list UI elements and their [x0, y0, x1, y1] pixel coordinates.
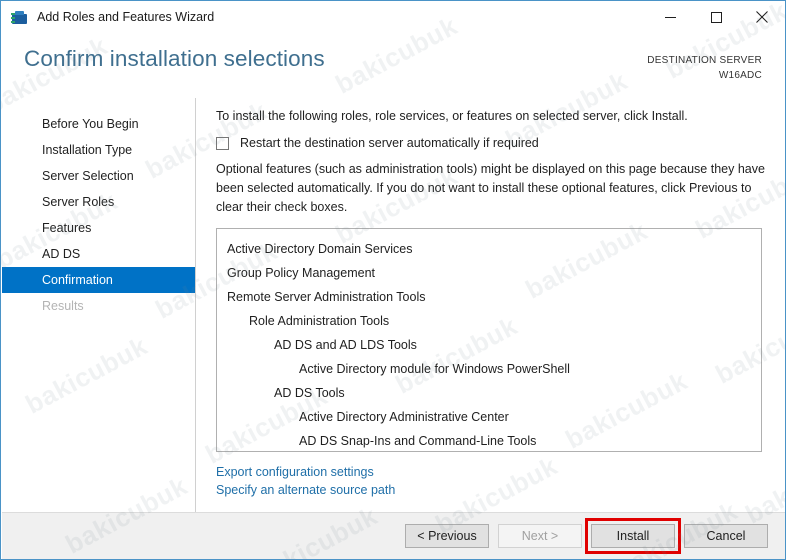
sidebar-item-confirmation[interactable]: Confirmation: [2, 267, 195, 293]
destination-server-label: DESTINATION SERVER: [647, 55, 762, 66]
sidebar-item-features[interactable]: Features: [2, 215, 195, 241]
install-button-annotation: Install: [585, 518, 681, 554]
page-title: Confirm installation selections: [24, 46, 325, 71]
selection-list[interactable]: Active Directory Domain Services Group Po…: [216, 228, 762, 452]
list-item: Role Administration Tools: [249, 314, 390, 328]
next-button: Next >: [498, 524, 582, 548]
button-bar: < Previous Next > Install Cancel: [2, 512, 785, 559]
sidebar-item-results: Results: [42, 299, 84, 313]
optional-features-note: Optional features (such as administratio…: [216, 162, 765, 214]
button-wrapper: Next >: [498, 524, 582, 548]
list-item: Remote Server Administration Tools: [227, 290, 426, 304]
destination-server-block: DESTINATION SERVER W16ADC: [647, 53, 762, 83]
button-wrapper: < Previous: [405, 524, 489, 548]
list-item: AD DS Tools: [274, 386, 345, 400]
intro-text: To install the following roles, role ser…: [216, 109, 688, 123]
main-panel: To install the following roles, role ser…: [197, 98, 785, 512]
wizard-window: Add Roles and Features Wizard Confirm in…: [0, 0, 786, 560]
list-item: Active Directory Domain Services: [227, 242, 413, 256]
sidebar-item-server-selection[interactable]: Server Selection: [2, 163, 195, 189]
page-header: Confirm installation selections DESTINAT…: [2, 33, 785, 98]
restart-checkbox-row[interactable]: Restart the destination server automatic…: [216, 136, 539, 150]
list-item: Group Policy Management: [227, 266, 375, 280]
list-item: Active Directory module for Windows Powe…: [299, 362, 570, 376]
list-item: AD DS and AD LDS Tools: [274, 338, 417, 352]
server-roles-icon: [11, 9, 28, 26]
close-icon[interactable]: [739, 1, 785, 33]
wizard-navigation: Before You Begin Installation Type Server …: [2, 98, 196, 512]
body-area: Before You Begin Installation Type Server …: [2, 98, 785, 512]
link-export-configuration-settings[interactable]: Export configuration settings: [216, 463, 395, 481]
window-title: Add Roles and Features Wizard: [37, 10, 215, 24]
sidebar-item-installation-type[interactable]: Installation Type: [2, 137, 195, 163]
install-button[interactable]: Install: [591, 524, 675, 548]
destination-server-value: W16ADC: [718, 70, 762, 81]
title-bar: Add Roles and Features Wizard: [1, 1, 785, 33]
list-item: AD DS Snap-Ins and Command-Line Tools: [299, 434, 537, 448]
link-specify-an-alternate-source-path[interactable]: Specify an alternate source path: [216, 481, 395, 499]
cancel-button[interactable]: Cancel: [684, 524, 768, 548]
footer-buttons: < Previous Next > Install Cancel: [405, 518, 768, 554]
sidebar-item-ad-ds[interactable]: AD DS: [2, 241, 195, 267]
footer-links: Export configuration settings Specify an …: [216, 463, 395, 499]
maximize-icon[interactable]: [693, 1, 739, 33]
list-item: Active Directory Administrative Center: [299, 410, 509, 424]
previous-button[interactable]: < Previous: [405, 524, 489, 548]
window-controls: [647, 1, 785, 33]
restart-checkbox[interactable]: [216, 136, 229, 150]
restart-checkbox-label: Restart the destination server automatic…: [240, 136, 539, 150]
sidebar-item-before-you-begin[interactable]: Before You Begin: [2, 111, 195, 137]
button-wrapper: Cancel: [684, 524, 768, 548]
minimize-icon[interactable]: [647, 1, 693, 33]
sidebar-item-server-roles[interactable]: Server Roles: [2, 189, 195, 215]
